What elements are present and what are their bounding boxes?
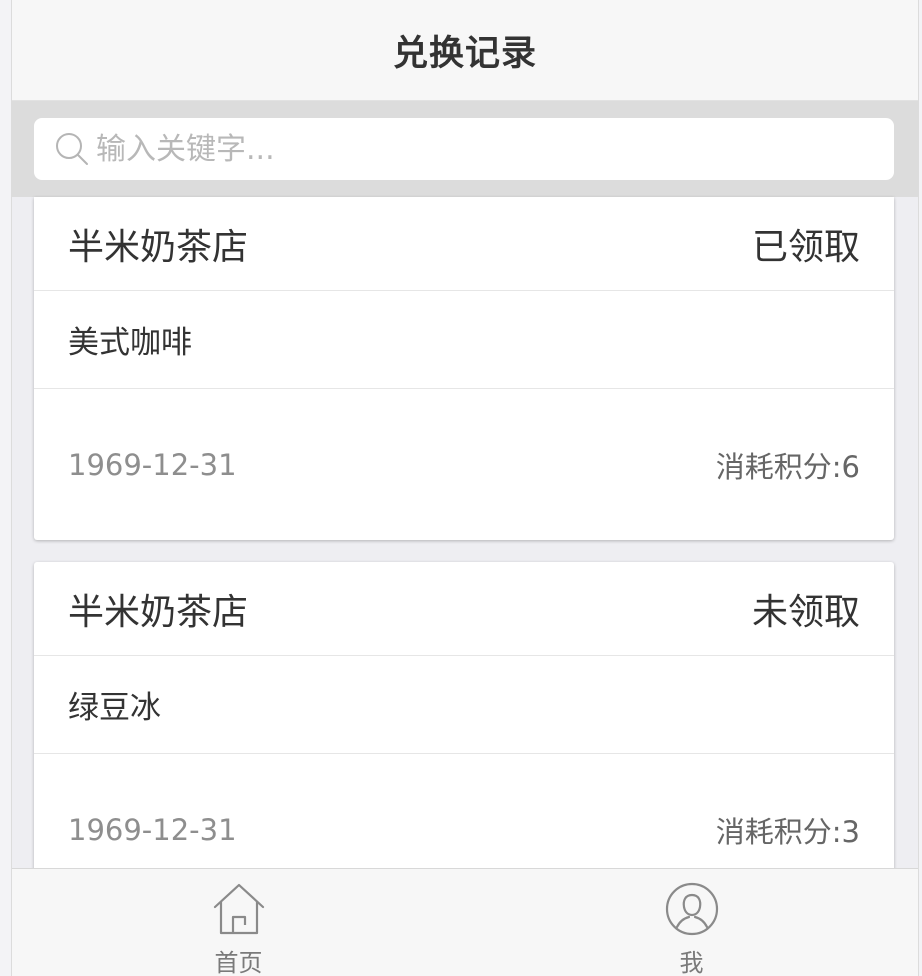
- shop-name: 半米奶茶店: [68, 226, 249, 268]
- search-box[interactable]: [34, 118, 894, 180]
- record-list: 半米奶茶店 已领取 美式咖啡 1969-12-31 消耗积分:6 半米奶茶店 未…: [34, 197, 894, 927]
- tab-me[interactable]: 我: [465, 869, 918, 976]
- status-label: 已领取: [751, 226, 860, 268]
- record-item-row: 美式咖啡: [34, 291, 894, 389]
- record-card[interactable]: 半米奶茶店 已领取 美式咖啡 1969-12-31 消耗积分:6: [34, 197, 894, 540]
- tab-me-label: 我: [679, 949, 704, 976]
- app-screen: 兑换记录 半米奶茶店 已领取 美式咖啡 1969-12-31 消耗积: [11, 0, 919, 976]
- record-header: 半米奶茶店 未领取: [34, 562, 894, 656]
- points-cost: 消耗积分:6: [715, 449, 860, 484]
- item-name: 美式咖啡: [68, 325, 192, 361]
- nav-header: 兑换记录: [12, 0, 918, 101]
- search-icon: [54, 131, 90, 167]
- record-footer: 1969-12-31 消耗积分:6: [34, 389, 894, 540]
- search-input[interactable]: [96, 131, 856, 167]
- status-label: 未领取: [751, 591, 860, 633]
- home-icon: [211, 881, 267, 937]
- tab-home-label: 首页: [214, 949, 263, 976]
- record-date: 1969-12-31: [68, 447, 237, 482]
- search-bar: [12, 101, 918, 197]
- record-card[interactable]: 半米奶茶店 未领取 绿豆冰 1969-12-31 消耗积分:3: [34, 562, 894, 905]
- user-icon: [664, 881, 720, 937]
- points-cost: 消耗积分:3: [715, 814, 860, 849]
- record-header: 半米奶茶店 已领取: [34, 197, 894, 291]
- bottom-tab-bar: 首页 我: [12, 868, 918, 976]
- shop-name: 半米奶茶店: [68, 591, 249, 633]
- tab-home[interactable]: 首页: [12, 869, 465, 976]
- page-title: 兑换记录: [392, 33, 537, 74]
- record-date: 1969-12-31: [68, 812, 237, 847]
- item-name: 绿豆冰: [68, 690, 161, 726]
- record-item-row: 绿豆冰: [34, 656, 894, 754]
